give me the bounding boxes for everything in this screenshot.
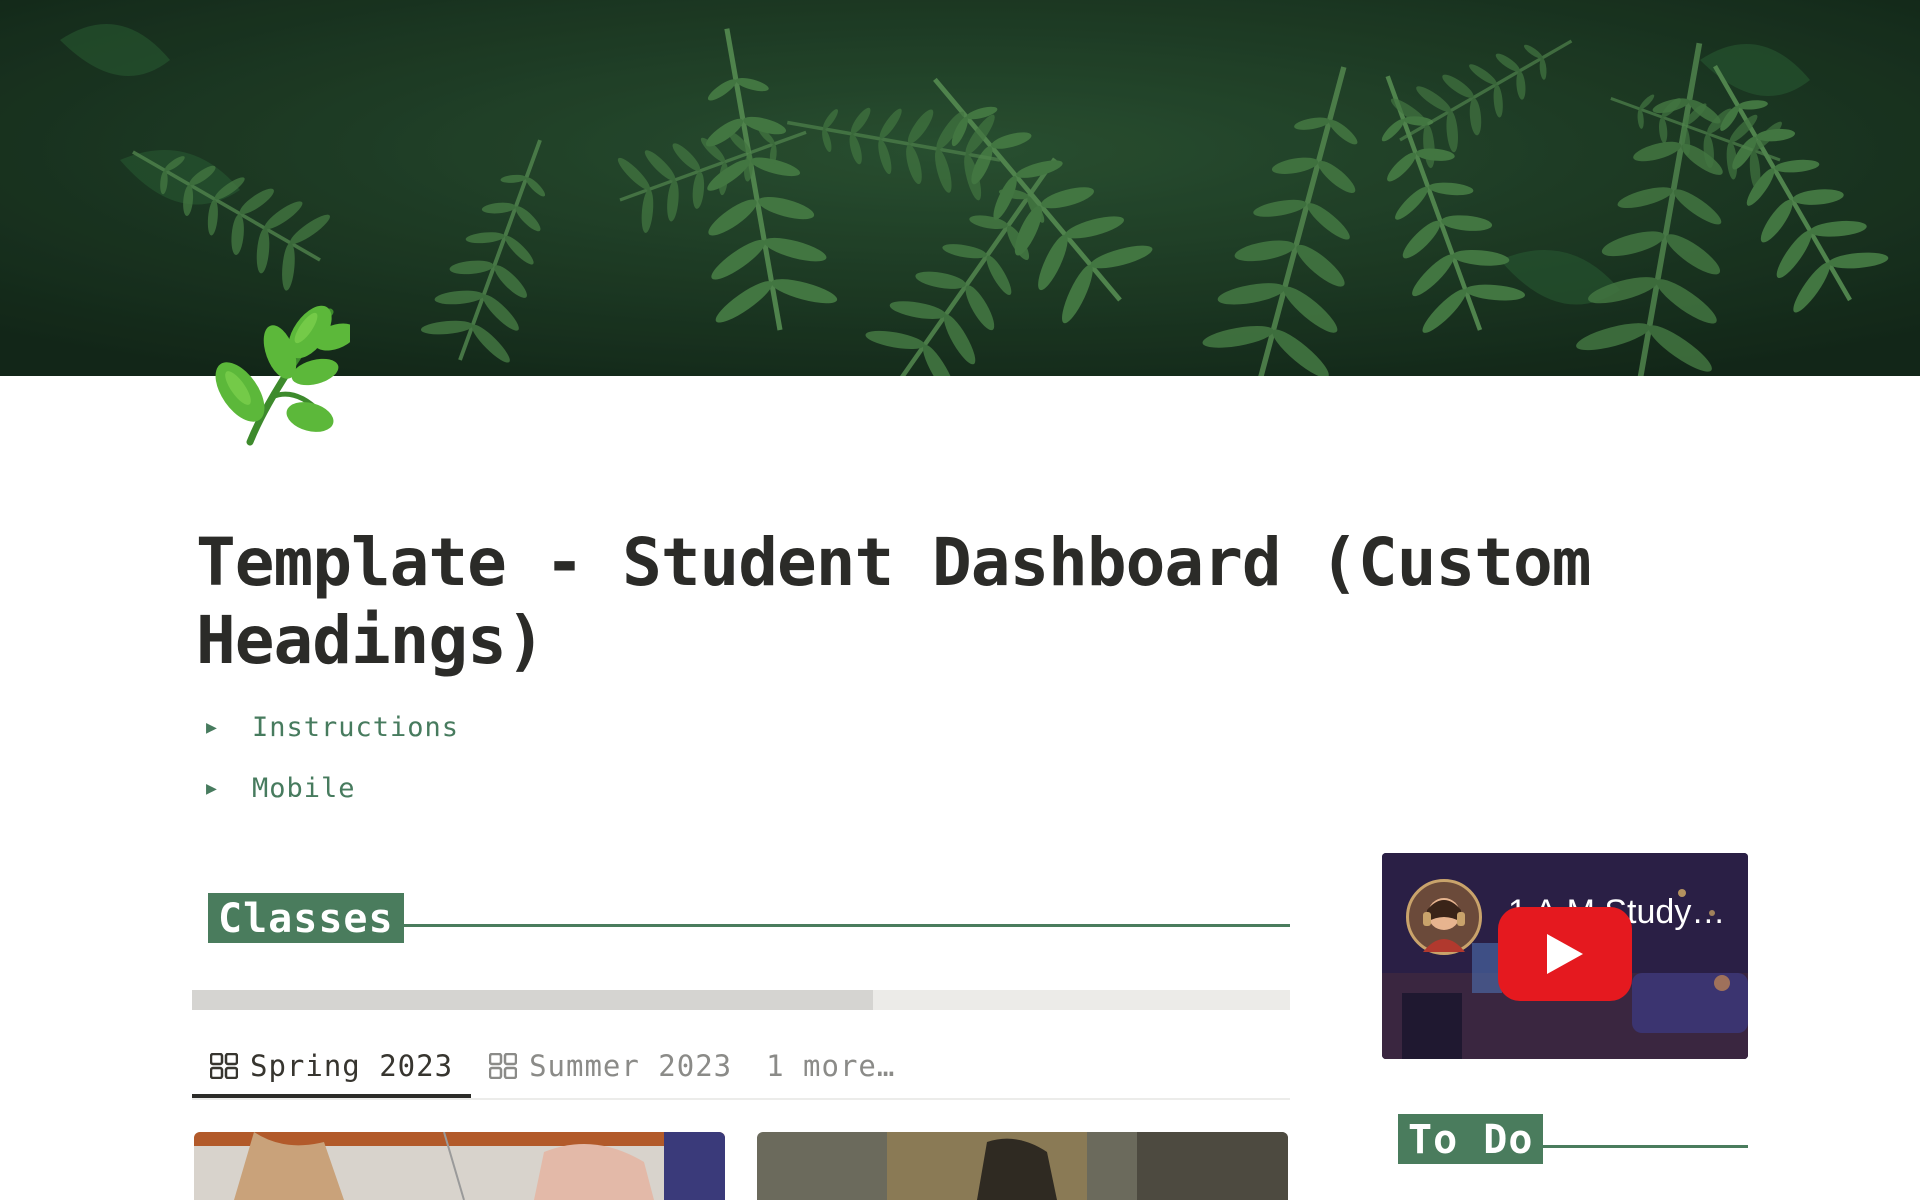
gallery-grid-icon [210, 1053, 238, 1079]
heading-divider [1543, 1144, 1748, 1148]
toggle-label: Instructions [252, 711, 460, 743]
tab-label: Summer 2023 [529, 1049, 733, 1083]
toggle-triangle-icon: ▶ [206, 777, 218, 799]
toggle-label: Mobile [252, 772, 356, 804]
tab-spring-2023[interactable]: Spring 2023 [192, 1038, 472, 1098]
tab-summer-2023[interactable]: Summer 2023 [471, 1038, 750, 1094]
toggle-triangle-icon: ▶ [206, 716, 218, 738]
gallery-grid-icon [489, 1053, 518, 1079]
todo-heading: To Do [1398, 1114, 1748, 1164]
classes-progress-bar [192, 990, 1290, 1010]
page-title[interactable]: Template - Student Dashboard (Custom Hea… [196, 524, 1696, 680]
todo-heading-label: To Do [1398, 1114, 1544, 1164]
play-icon[interactable] [1498, 907, 1632, 1001]
progress-fill [192, 990, 873, 1010]
more-views-button[interactable]: 1 more… [750, 1038, 913, 1094]
gallery-card[interactable] [757, 1132, 1288, 1200]
leaf-page-icon[interactable] [200, 292, 357, 452]
gallery-card[interactable] [194, 1132, 725, 1200]
toggle-instructions[interactable]: ▶ Instructions [206, 707, 459, 747]
channel-avatar [1406, 879, 1482, 955]
classes-heading: Classes [208, 893, 1290, 943]
more-views-label: 1 more… [766, 1049, 896, 1083]
tab-label: Spring 2023 [250, 1049, 454, 1083]
database-view-tabs: Spring 2023 Summer 2023 1 more… [192, 1038, 1290, 1100]
classes-heading-label: Classes [208, 893, 404, 943]
toggle-mobile[interactable]: ▶ Mobile [206, 768, 356, 808]
heading-divider [403, 923, 1290, 927]
youtube-video-embed[interactable]: 1 A.M Study… [1382, 853, 1748, 1059]
